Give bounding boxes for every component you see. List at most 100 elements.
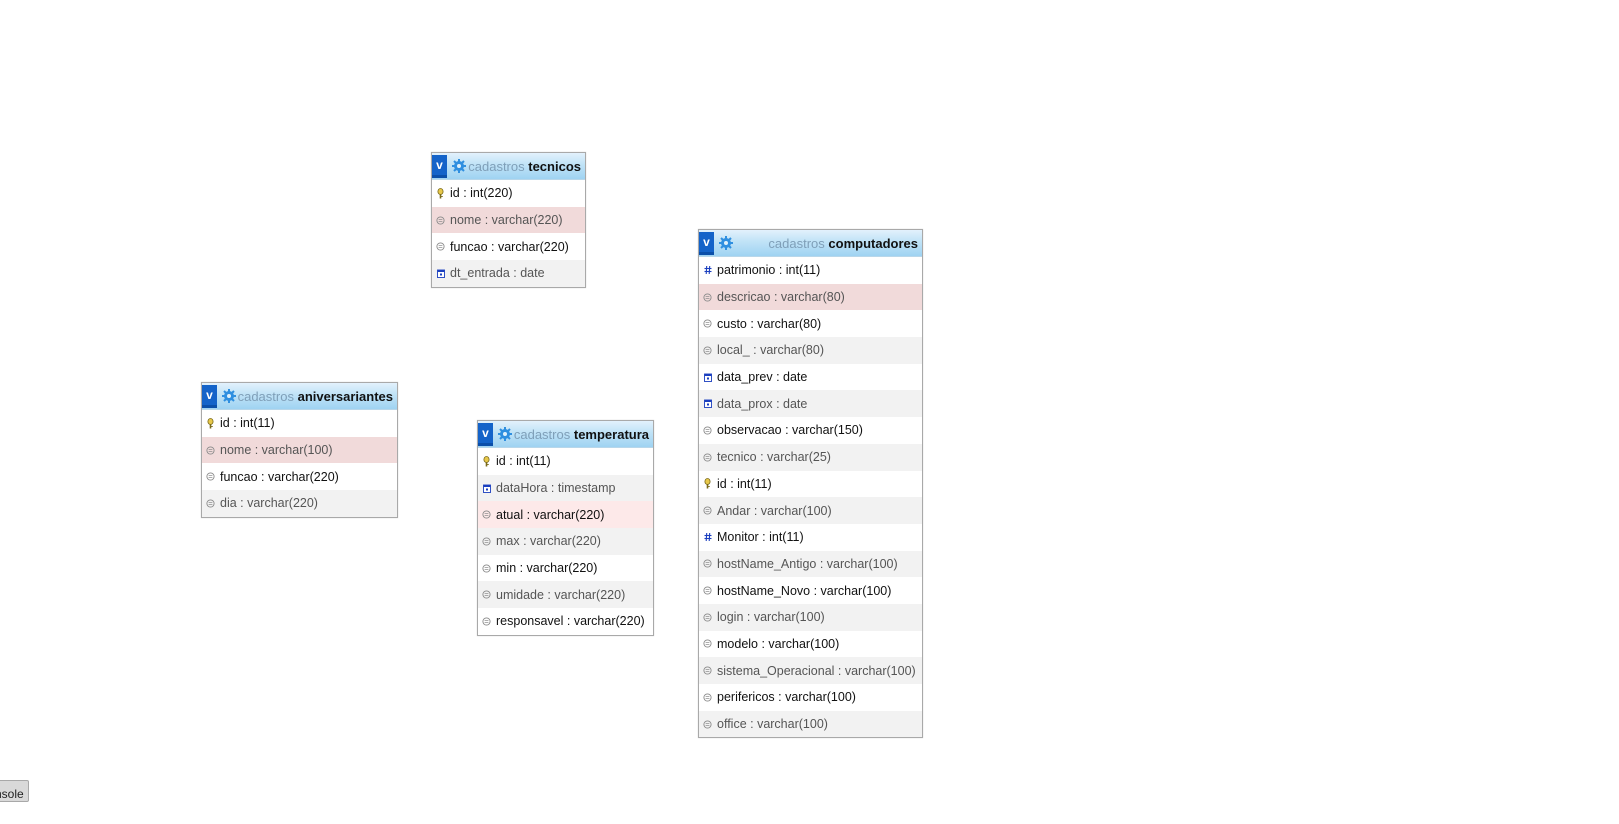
- table-temperatura[interactable]: v cadastros temperatura id : int(11) data…: [477, 420, 654, 636]
- gear-icon[interactable]: [498, 427, 512, 441]
- column-label: id : int(220): [450, 186, 513, 201]
- table-header[interactable]: v cadastros temperatura: [478, 421, 653, 448]
- console-button[interactable]: nsole: [0, 780, 29, 802]
- column-row[interactable]: Monitor : int(11): [699, 523, 922, 551]
- number-icon: [703, 532, 712, 543]
- column-row[interactable]: perifericos : varchar(100): [699, 684, 922, 711]
- column-row[interactable]: responsavel : varchar(220): [478, 608, 653, 635]
- column-row[interactable]: modelo : varchar(100): [699, 630, 922, 658]
- text-icon: [703, 665, 712, 676]
- column-row[interactable]: nome : varchar(220): [432, 206, 585, 234]
- column-row[interactable]: data_prev : date: [699, 363, 922, 391]
- toggle-button[interactable]: v: [432, 154, 447, 178]
- column-row[interactable]: descricao : varchar(80): [699, 283, 922, 311]
- table-title: cadastros computadores: [733, 236, 922, 251]
- column-row[interactable]: id : int(11): [478, 448, 653, 475]
- column-row[interactable]: id : int(11): [699, 470, 922, 498]
- table-name: temperatura: [573, 426, 649, 442]
- text-icon: [703, 292, 712, 303]
- text-icon: [482, 589, 491, 600]
- column-label: dt_entrada : date: [450, 266, 545, 281]
- key-icon: [482, 455, 491, 467]
- column-row[interactable]: funcao : varchar(220): [202, 463, 397, 491]
- table-title: cadastros tecnicos: [466, 159, 585, 174]
- column-row[interactable]: dataHora : timestamp: [478, 474, 653, 502]
- text-icon: [703, 345, 712, 356]
- toggle-button[interactable]: v: [478, 422, 493, 446]
- text-icon: [703, 452, 712, 463]
- text-icon: [703, 558, 712, 569]
- console-label: nsole: [0, 787, 24, 801]
- column-row[interactable]: login : varchar(100): [699, 603, 922, 631]
- database-name: cadastros: [468, 158, 525, 174]
- table-name: aniversariantes: [297, 388, 393, 404]
- column-label: perifericos : varchar(100): [717, 690, 856, 705]
- column-label: atual : varchar(220): [496, 507, 605, 522]
- column-row[interactable]: tecnico : varchar(25): [699, 443, 922, 471]
- database-name: cadastros: [237, 388, 294, 404]
- key-icon: [206, 417, 215, 429]
- table-aniversariantes[interactable]: v cadastros aniversariantes id : int(11)…: [201, 382, 398, 518]
- column-label: dia : varchar(220): [220, 496, 318, 511]
- column-row[interactable]: nome : varchar(100): [202, 436, 397, 464]
- toggle-button[interactable]: v: [699, 231, 714, 255]
- toggle-button[interactable]: v: [202, 384, 217, 408]
- column-label: descricao : varchar(80): [717, 290, 845, 305]
- gear-icon[interactable]: [222, 389, 236, 403]
- column-row[interactable]: Andar : varchar(100): [699, 497, 922, 524]
- text-icon: [703, 505, 712, 516]
- text-icon: [436, 215, 445, 226]
- column-row[interactable]: observacao : varchar(150): [699, 417, 922, 444]
- column-list: id : int(11) nome : varchar(100) funcao : …: [202, 410, 397, 517]
- text-icon: [482, 563, 491, 574]
- column-row[interactable]: data_prox : date: [699, 390, 922, 418]
- column-label: max : varchar(220): [496, 534, 601, 549]
- text-icon: [703, 585, 712, 596]
- text-icon: [436, 241, 445, 252]
- column-label: Monitor : int(11): [717, 530, 804, 545]
- column-list: id : int(11) dataHora : timestamp atual : …: [478, 448, 653, 635]
- column-label: funcao : varchar(220): [220, 469, 339, 484]
- text-icon: [482, 616, 491, 627]
- column-row[interactable]: min : varchar(220): [478, 554, 653, 582]
- column-label: nome : varchar(100): [220, 443, 333, 458]
- text-icon: [206, 498, 215, 509]
- column-row[interactable]: hostName_Novo : varchar(100): [699, 577, 922, 604]
- column-row[interactable]: max : varchar(220): [478, 528, 653, 555]
- table-tecnicos[interactable]: v cadastros tecnicos id : int(220) nome :…: [431, 152, 586, 288]
- column-row[interactable]: hostName_Antigo : varchar(100): [699, 550, 922, 578]
- table-name: tecnicos: [528, 158, 581, 174]
- column-label: Andar : varchar(100): [717, 503, 832, 518]
- column-row[interactable]: umidade : varchar(220): [478, 581, 653, 609]
- table-header[interactable]: v cadastros computadores: [699, 230, 922, 257]
- column-label: local_ : varchar(80): [717, 343, 824, 358]
- table-title: cadastros aniversariantes: [236, 389, 397, 404]
- table-header[interactable]: v cadastros tecnicos: [432, 153, 585, 180]
- column-label: umidade : varchar(220): [496, 587, 626, 602]
- text-icon: [703, 318, 712, 329]
- gear-icon[interactable]: [719, 236, 733, 250]
- column-row[interactable]: sistema_Operacional : varchar(100): [699, 657, 922, 684]
- column-label: hostName_Antigo : varchar(100): [717, 556, 898, 571]
- column-row[interactable]: id : int(11): [202, 410, 397, 437]
- column-list: patrimonio : int(11) descricao : varchar(…: [699, 257, 922, 738]
- column-label: tecnico : varchar(25): [717, 450, 831, 465]
- column-row[interactable]: office : varchar(100): [699, 710, 922, 738]
- column-row[interactable]: patrimonio : int(11): [699, 257, 922, 284]
- column-row[interactable]: id : int(220): [432, 180, 585, 207]
- text-icon: [703, 692, 712, 703]
- column-row[interactable]: funcao : varchar(220): [432, 233, 585, 261]
- column-label: id : int(11): [496, 454, 551, 469]
- column-row[interactable]: local_ : varchar(80): [699, 337, 922, 364]
- table-header[interactable]: v cadastros aniversariantes: [202, 383, 397, 410]
- column-row[interactable]: custo : varchar(80): [699, 310, 922, 338]
- text-icon: [703, 719, 712, 730]
- column-row[interactable]: atual : varchar(220): [478, 501, 653, 529]
- column-row[interactable]: dt_entrada : date: [432, 260, 585, 287]
- table-computadores[interactable]: v cadastros computadores patrimonio : in…: [698, 229, 923, 739]
- column-label: observacao : varchar(150): [717, 423, 863, 438]
- column-row[interactable]: dia : varchar(220): [202, 490, 397, 517]
- key-icon: [703, 478, 712, 489]
- gear-icon[interactable]: [452, 159, 466, 173]
- text-icon: [703, 425, 712, 436]
